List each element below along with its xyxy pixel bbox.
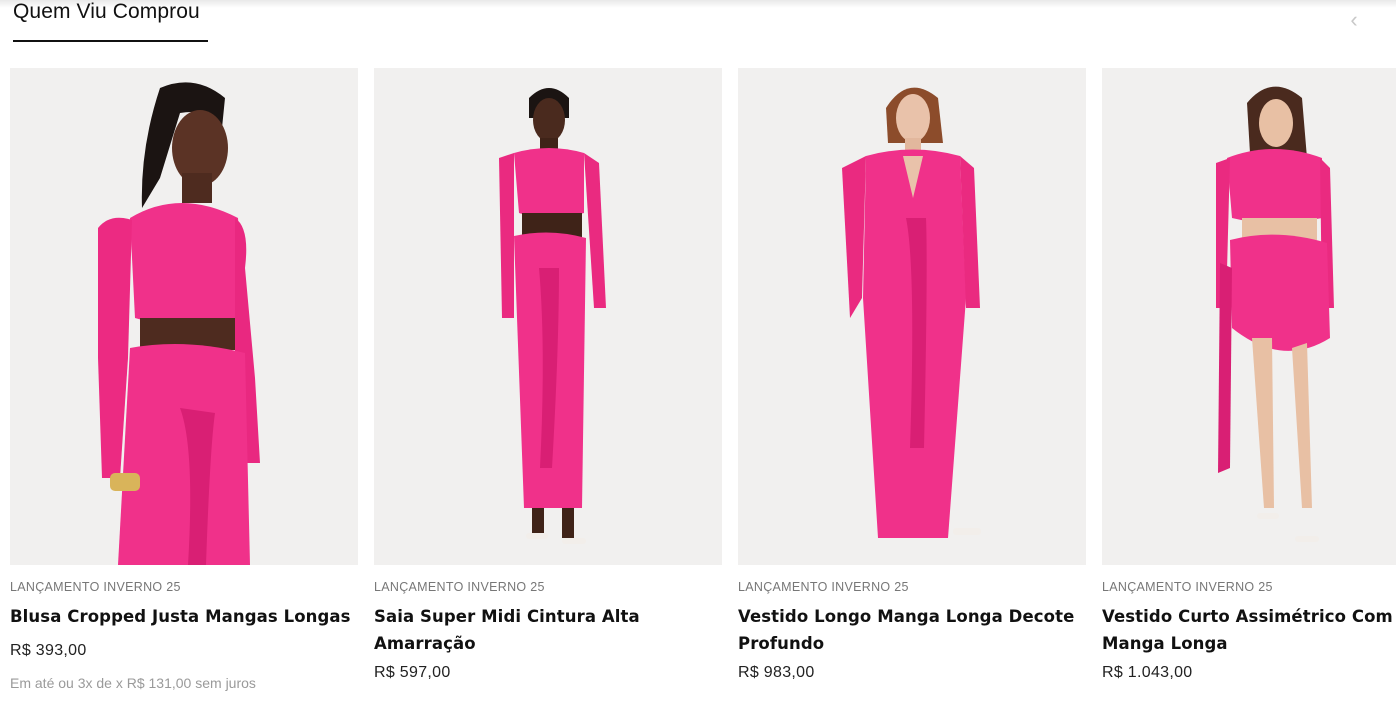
product-image[interactable] [374,68,722,565]
product-card[interactable]: LANÇAMENTO INVERNO 25 Vestido Longo Mang… [738,68,1086,682]
product-name[interactable]: Saia Super Midi Cintura Alta Amarração [374,603,722,657]
product-image[interactable] [10,68,358,565]
product-price: R$ 393,00 [10,642,87,659]
product-price: R$ 983,00 [738,664,815,681]
product-card[interactable]: LANÇAMENTO INVERNO 25 Saia Super Midi Ci… [374,68,722,682]
product-collection: LANÇAMENTO INVERNO 25 [10,580,181,594]
product-card[interactable]: LANÇAMENTO INVERNO 25 Blusa Cropped Just… [10,68,358,691]
product-card[interactable]: LANÇAMENTO INVERNO 25 Vestido Curto Assi… [1102,68,1396,682]
section-title: Quem Viu Comprou [13,0,200,23]
product-image[interactable] [738,68,1086,565]
product-name[interactable]: Blusa Cropped Justa Mangas Longas [10,603,358,630]
title-underline [13,40,208,42]
product-image[interactable] [1102,68,1396,565]
product-price: R$ 1.043,00 [1102,664,1193,681]
product-collection: LANÇAMENTO INVERNO 25 [374,580,545,594]
product-collection: LANÇAMENTO INVERNO 25 [1102,580,1273,594]
product-name[interactable]: Vestido Longo Manga Longa Decote Profund… [738,603,1086,657]
product-installments: Em até ou 3x de x R$ 131,00 sem juros [10,675,256,691]
top-shadow [0,0,1396,8]
product-price: R$ 597,00 [374,664,451,681]
chevron-left-icon[interactable]: ‹ [1344,8,1364,32]
product-collection: LANÇAMENTO INVERNO 25 [738,580,909,594]
product-name[interactable]: Vestido Curto Assimétrico Com Manga Long… [1102,603,1396,657]
